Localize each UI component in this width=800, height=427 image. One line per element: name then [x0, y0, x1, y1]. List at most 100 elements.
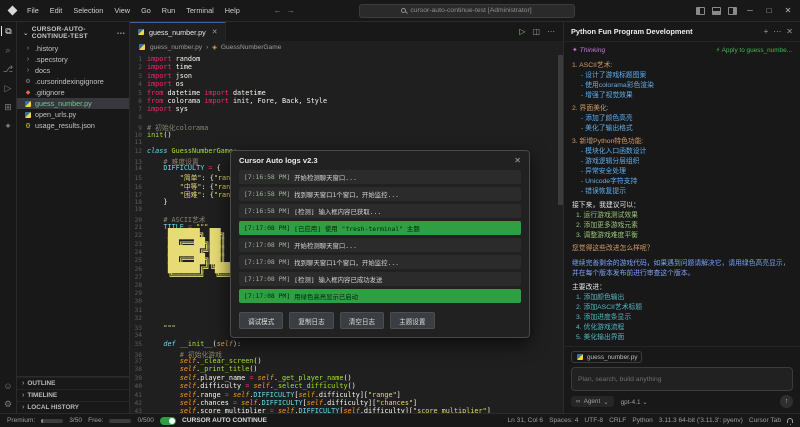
chat-link-item[interactable]: - 设计了游戏标题图案: [572, 71, 792, 81]
tree-item-open-urls-py[interactable]: open_urls.py: [17, 109, 129, 120]
modal-button-0[interactable]: 调试模式: [239, 312, 283, 329]
tab-close-icon[interactable]: ✕: [212, 28, 218, 36]
chat-link-item[interactable]: - 美化了输出格式: [572, 124, 792, 134]
minimize-button[interactable]: ─: [744, 6, 756, 15]
model-selector[interactable]: gpt-4.1 ⌄: [621, 398, 648, 406]
line-number: 8: [130, 114, 147, 121]
log-row: [7:17:08 PM]用绿色高亮显示已启动: [239, 289, 521, 303]
panel-local-history[interactable]: ›LOCAL HISTORY: [17, 401, 129, 413]
thinking-label[interactable]: ✦ Thinking: [572, 46, 605, 54]
tree-item--cursorindexingignore[interactable]: ⚙.cursorindexingignore: [17, 76, 129, 87]
menu-go[interactable]: Go: [139, 5, 153, 16]
maximize-button[interactable]: □: [763, 6, 775, 15]
line-number: 40: [130, 383, 147, 390]
chat-link-item[interactable]: - 异常安全处理: [572, 167, 792, 177]
language-indicator[interactable]: Python: [632, 417, 653, 424]
run-debug-icon[interactable]: ▷: [1, 83, 16, 93]
tree-item--gitignore[interactable]: ◆.gitignore: [17, 87, 129, 98]
chevron-right-icon: ›: [24, 67, 32, 74]
forward-arrow-icon[interactable]: →: [287, 6, 295, 15]
chat-close-icon[interactable]: ✕: [786, 27, 793, 36]
code-text: self.difficulty = self._select_difficult…: [147, 382, 356, 390]
settings-icon[interactable]: ⚙: [1, 399, 16, 409]
chat-link-item[interactable]: - 游戏逻辑分层组织: [572, 157, 792, 167]
tree-item--specstory[interactable]: ›.specstory: [17, 54, 129, 65]
menu-file[interactable]: File: [25, 5, 41, 16]
notifications-bell-icon[interactable]: [787, 418, 793, 423]
chat-input[interactable]: [571, 367, 793, 391]
menu-selection[interactable]: Selection: [71, 5, 105, 16]
menu-edit[interactable]: Edit: [48, 5, 65, 16]
editor-scrollbar[interactable]: [558, 53, 563, 413]
chat-link-item[interactable]: - 增强了视觉效果: [572, 91, 792, 101]
run-file-icon[interactable]: ▷: [519, 27, 525, 36]
back-arrow-icon[interactable]: ←: [274, 6, 282, 15]
context-chip[interactable]: guess_number.py: [571, 351, 642, 363]
split-editor-icon[interactable]: ◫: [532, 27, 540, 36]
code-text: def __init__(self):: [147, 340, 241, 348]
apply-button[interactable]: ⚡ Apply to guess_numbe...: [716, 46, 792, 54]
cursor-ide-window: { "title_bar": { "menus": ["File","Edit"…: [0, 0, 800, 427]
chat-link-item[interactable]: - 添加了颜色高亮: [572, 114, 792, 124]
explorer-icon[interactable]: ⧉: [1, 26, 16, 36]
line-col-indicator[interactable]: Ln 31, Col 6: [508, 417, 544, 424]
menu-terminal[interactable]: Terminal: [184, 5, 216, 16]
more-actions-icon[interactable]: ⋯: [117, 29, 125, 38]
line-number: 19: [130, 206, 147, 213]
encoding-indicator[interactable]: UTF-8: [584, 417, 603, 424]
agent-mode-selector[interactable]: ∞ Agent ⌄: [571, 396, 614, 407]
line-number: 41: [130, 392, 147, 399]
breadcrumb[interactable]: guess_number.py › ◈ GuessNumberGame: [130, 41, 563, 53]
modal-header[interactable]: Cursor Auto logs v2.3 ✕: [231, 151, 529, 168]
chat-icon[interactable]: ✦: [1, 121, 16, 131]
chat-link-item[interactable]: - Unicode字符支持: [572, 177, 792, 187]
eol-indicator[interactable]: CRLF: [609, 417, 626, 424]
extensions-icon[interactable]: ⊞: [1, 102, 16, 112]
line-number: 29: [130, 290, 147, 297]
line-number: 10: [130, 132, 147, 139]
log-message: 开始检测聊天窗口...: [294, 173, 357, 182]
toggle-secondary-sidebar-icon[interactable]: [728, 7, 737, 15]
menu-run[interactable]: Run: [160, 5, 177, 16]
auto-continue-toggle[interactable]: [160, 417, 176, 425]
menu-view[interactable]: View: [112, 5, 132, 16]
menu-help[interactable]: Help: [223, 5, 242, 16]
tree-item-guess-number-py[interactable]: guess_number.py: [17, 98, 129, 109]
tree-item-usage-results-json[interactable]: {}usage_results.json: [17, 120, 129, 131]
spaces-indicator[interactable]: Spaces: 4: [549, 417, 578, 424]
modal-button-2[interactable]: 清空日志: [340, 312, 384, 329]
code-line: 40 self.difficulty = self._select_diffic…: [130, 382, 563, 390]
tree-item--history[interactable]: ›.history: [17, 43, 129, 54]
cursor-auto-logs-dialog: Cursor Auto logs v2.3 ✕ [7:16:58 PM]开始检测…: [230, 150, 530, 338]
chat-link-item[interactable]: - 使用colorama彩色渲染: [572, 81, 792, 91]
chat-link-item[interactable]: - 模块化入口函数设计: [572, 147, 792, 157]
scrollbar-thumb[interactable]: [558, 55, 563, 205]
search-icon[interactable]: ⌕: [1, 45, 16, 55]
send-icon[interactable]: ↑: [780, 395, 793, 408]
close-button[interactable]: ✕: [782, 6, 794, 15]
source-control-icon[interactable]: ⎇: [1, 64, 16, 74]
explorer-root-header[interactable]: ⌄ CURSOR-AUTO-CONTINUE-TEST ⋯: [17, 22, 129, 43]
toggle-sidebar-icon[interactable]: [696, 7, 705, 15]
modal-button-1[interactable]: 复制日志: [289, 312, 333, 329]
line-number: 16: [130, 184, 147, 191]
tab-guess-number[interactable]: guess_number.py ✕: [130, 22, 226, 41]
code-line: 37 self._clear_screen(): [130, 357, 563, 365]
panel-outline[interactable]: ›OUTLINE: [17, 377, 129, 389]
command-search-box[interactable]: cursor-auto-continue-test [Administrator…: [359, 4, 575, 18]
editor-more-icon[interactable]: ⋯: [547, 27, 555, 36]
account-icon[interactable]: ☺: [1, 381, 16, 391]
chat-link-item[interactable]: - 错误恢复提示: [572, 187, 792, 197]
chat-header-icons: + ⋯ ✕: [764, 27, 793, 36]
modal-close-icon[interactable]: ✕: [514, 156, 521, 165]
cursor-tab-indicator[interactable]: Cursor Tab: [749, 417, 781, 424]
interpreter-indicator[interactable]: 3.11.3 64-bit ('3.11.3': pyenv): [659, 417, 743, 424]
log-message: 用绿色高亮显示已启动: [294, 292, 358, 301]
new-chat-icon[interactable]: +: [764, 27, 769, 36]
chat-summary-item: 1. 添加颜色输出: [572, 293, 792, 303]
chat-more-icon[interactable]: ⋯: [773, 27, 781, 36]
tree-item-docs[interactable]: ›docs: [17, 65, 129, 76]
toggle-panel-icon[interactable]: [712, 7, 721, 15]
modal-button-3[interactable]: 主题设置: [390, 312, 434, 329]
panel-timeline[interactable]: ›TIMELINE: [17, 389, 129, 401]
